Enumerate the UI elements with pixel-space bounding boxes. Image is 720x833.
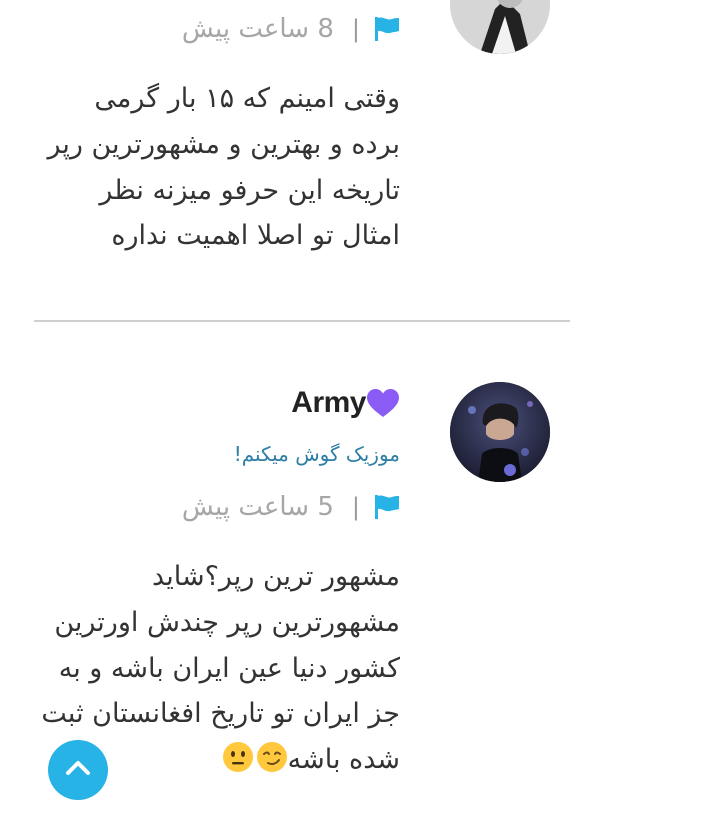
neutral-face-emoji — [222, 741, 254, 773]
chevron-up-icon — [63, 753, 93, 787]
comment-meta: | 5 ساعت پیش — [182, 492, 400, 522]
author-name[interactable]: Army — [291, 386, 366, 420]
author-bio[interactable]: موزیک گوش میکنم! — [234, 442, 400, 466]
flag-icon[interactable] — [374, 494, 400, 520]
purple-heart-icon — [366, 388, 400, 418]
meta-separator: | — [351, 15, 360, 43]
flag-icon[interactable] — [374, 16, 400, 42]
avatar[interactable] — [450, 0, 550, 54]
meta-separator: | — [351, 493, 360, 521]
comment-meta: | 8 ساعت پیش — [182, 14, 400, 44]
smirking-face-emoji — [256, 741, 288, 773]
comment-timestamp: 5 ساعت پیش — [181, 492, 334, 522]
comment-divider — [34, 320, 570, 322]
comment-author[interactable]: Army — [291, 386, 400, 420]
avatar[interactable] — [450, 382, 550, 482]
scroll-to-top-button[interactable] — [48, 740, 108, 800]
comment-timestamp: 8 ساعت پیش — [181, 14, 334, 44]
comment-text: وقتی امینم که ۱۵ بار گرمی برده و بهترین … — [47, 83, 400, 252]
